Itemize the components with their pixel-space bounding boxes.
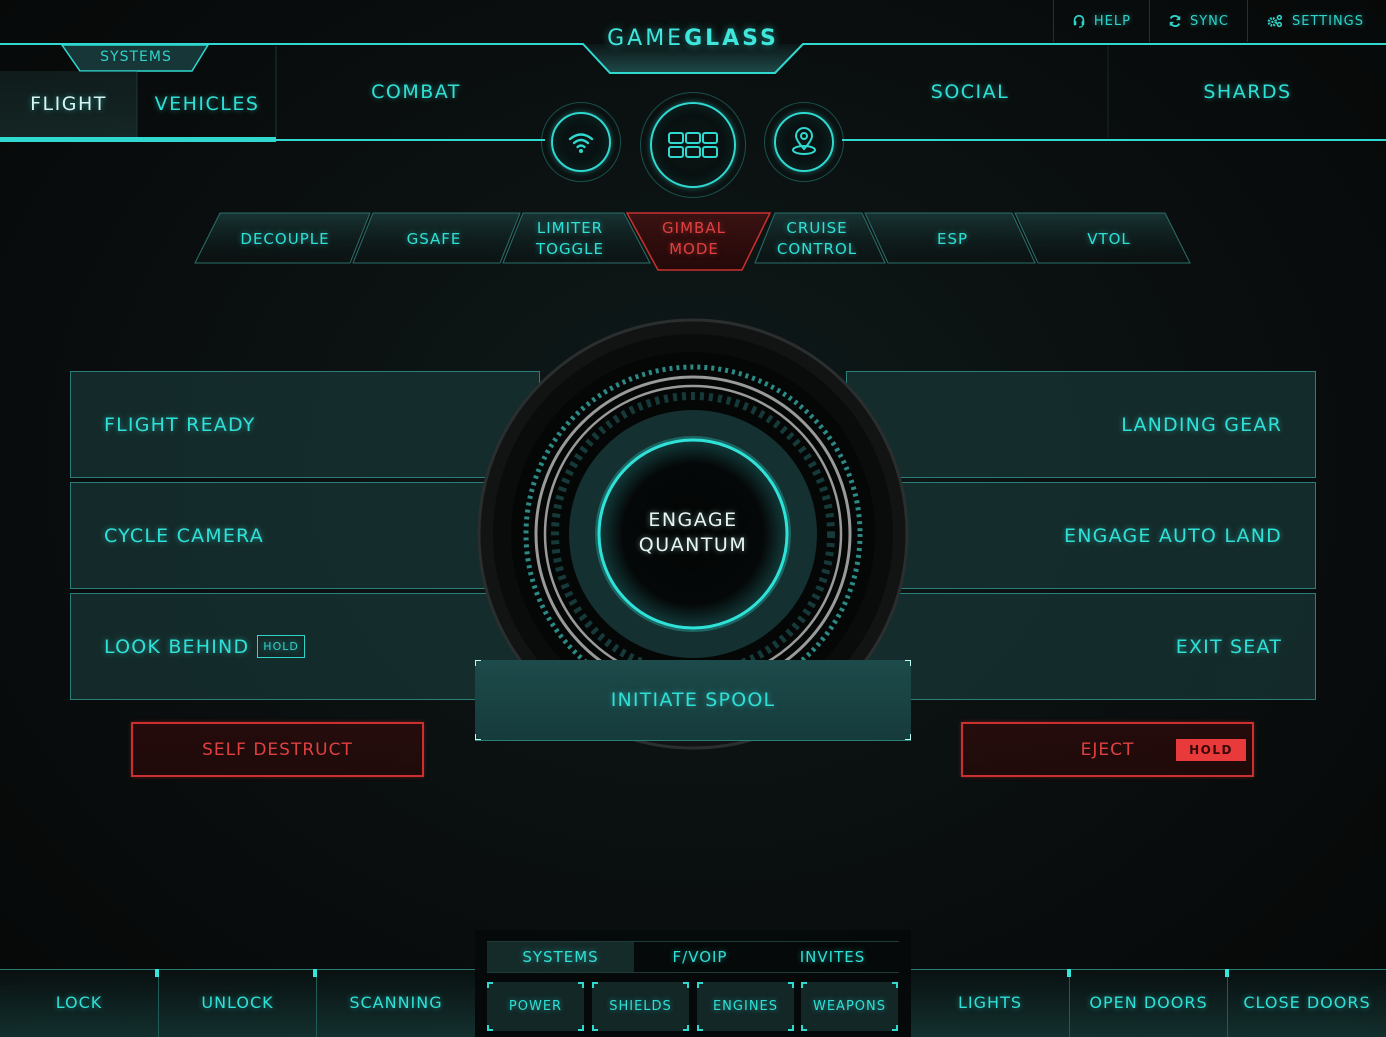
map-button[interactable]: [764, 102, 844, 182]
initiate-spool-button[interactable]: INITIATE SPOOL: [475, 660, 911, 741]
exit-seat-button[interactable]: EXIT SEAT: [846, 593, 1316, 700]
self-destruct-button[interactable]: SELF DESTRUCT: [131, 722, 424, 777]
power-button[interactable]: POWER: [487, 982, 584, 1031]
subtab-systems[interactable]: SYSTEMS: [487, 942, 634, 972]
look-behind-button[interactable]: LOOK BEHIND HOLD: [70, 593, 540, 700]
subtab-invites[interactable]: INVITES: [766, 942, 899, 972]
divider-tick: [155, 969, 159, 977]
engines-button[interactable]: ENGINES: [697, 982, 794, 1031]
eject-button[interactable]: EJECT HOLD: [961, 722, 1254, 777]
toggle-vtol[interactable]: VTOL: [1035, 214, 1183, 264]
tab-vehicles[interactable]: VEHICLES: [138, 71, 276, 137]
cycle-camera-button[interactable]: CYCLE CAMERA: [70, 482, 540, 589]
subtab-fvoip[interactable]: F/VOIP: [634, 942, 766, 972]
wifi-button[interactable]: [541, 102, 621, 182]
dashboard-grid-button[interactable]: [640, 92, 746, 198]
hold-badge: HOLD: [257, 635, 305, 658]
subtab-bottom-line: [487, 972, 899, 973]
toggle-cruise-control[interactable]: CRUISE CONTROL: [767, 214, 867, 264]
lights-button[interactable]: LIGHTS: [911, 969, 1069, 1037]
map-pin-icon: [792, 127, 816, 155]
divider-tick: [1225, 969, 1229, 977]
lock-button[interactable]: LOCK: [0, 969, 158, 1037]
tab-combat[interactable]: COMBAT: [277, 46, 555, 138]
scanning-button[interactable]: SCANNING: [316, 969, 475, 1037]
wifi-icon: [568, 133, 594, 153]
engage-auto-land-button[interactable]: ENGAGE AUTO LAND: [846, 482, 1316, 589]
toggle-esp[interactable]: ESP: [880, 214, 1025, 264]
tab-shards[interactable]: SHARDS: [1109, 46, 1386, 138]
grid-icon: [668, 132, 718, 158]
landing-gear-button[interactable]: LANDING GEAR: [846, 371, 1316, 478]
open-doors-button[interactable]: OPEN DOORS: [1069, 969, 1227, 1037]
toggle-limiter[interactable]: LIMITER TOGGLE: [520, 214, 620, 264]
close-doors-button[interactable]: CLOSE DOORS: [1227, 969, 1386, 1037]
tab-flight[interactable]: FLIGHT: [0, 71, 137, 137]
flight-ready-button[interactable]: FLIGHT READY: [70, 371, 540, 478]
weapons-button[interactable]: WEAPONS: [801, 982, 898, 1031]
unlock-button[interactable]: UNLOCK: [158, 969, 316, 1037]
tab-social[interactable]: SOCIAL: [832, 46, 1108, 138]
brand-logo: GAMEGLASS: [607, 26, 779, 51]
divider-tick: [1067, 969, 1071, 977]
shields-button[interactable]: SHIELDS: [592, 982, 689, 1031]
systems-group-label: SYSTEMS: [100, 49, 172, 65]
divider-tick: [313, 969, 317, 977]
toggle-gimbal-mode[interactable]: GIMBAL MODE: [644, 214, 744, 264]
toggle-gsafe[interactable]: GSAFE: [360, 214, 508, 264]
eject-hold-badge: HOLD: [1176, 739, 1246, 761]
toggle-decouple[interactable]: DECOUPLE: [210, 214, 360, 264]
